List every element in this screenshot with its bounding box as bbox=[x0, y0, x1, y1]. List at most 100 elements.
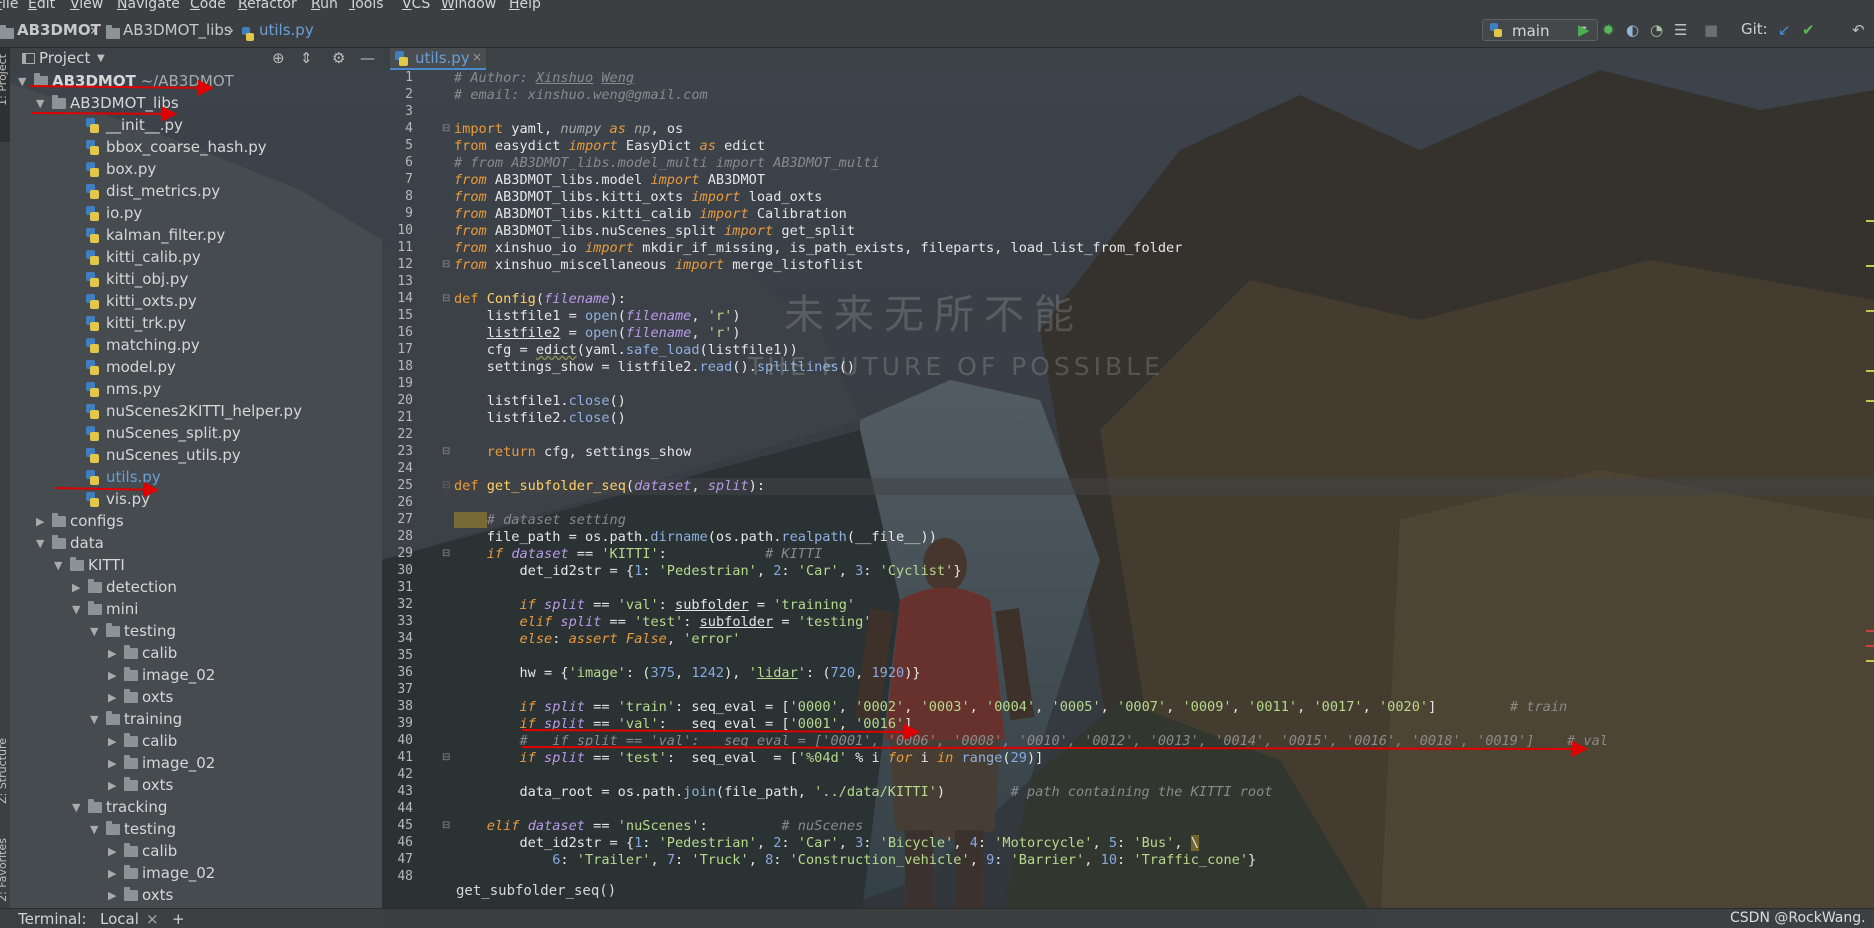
chevron-down-icon[interactable]: ▼ bbox=[72, 603, 80, 617]
gear-icon[interactable]: ⚙ bbox=[332, 49, 345, 67]
menu-window[interactable]: Window bbox=[441, 0, 496, 12]
coverage-icon[interactable]: ◐ bbox=[1626, 21, 1639, 39]
tree-item-label: bbox_coarse_hash.py bbox=[106, 138, 267, 156]
new-terminal-button[interactable]: + bbox=[172, 910, 185, 928]
favorites-tool-button[interactable]: 2: Favorites bbox=[0, 838, 9, 902]
tree-item-label: configs bbox=[70, 512, 124, 530]
close-icon[interactable]: × bbox=[472, 50, 482, 64]
python-file-icon bbox=[86, 404, 99, 419]
menu-help[interactable]: Help bbox=[509, 0, 541, 12]
tree-item-label: calib bbox=[142, 644, 178, 662]
nav-crumb-project[interactable]: AB3DMOT bbox=[17, 21, 101, 39]
run-icon[interactable]: ▶ bbox=[1578, 21, 1590, 39]
chevron-right-icon[interactable]: ▶ bbox=[108, 867, 116, 881]
editor-tab-label: utils.py bbox=[415, 49, 470, 67]
menu-refactor[interactable]: Refactor bbox=[238, 0, 297, 12]
project-panel-title[interactable]: Project bbox=[39, 49, 90, 67]
code-line: if split == 'val': seq_eval = ['0001', '… bbox=[519, 716, 913, 732]
chevron-down-icon[interactable]: ▼ bbox=[18, 75, 26, 89]
code-line: 6: 'Trailer', 7: 'Truck', 8: 'Constructi… bbox=[552, 852, 1257, 868]
code-line: det_id2str = {1: 'Pedestrian', 2: 'Car',… bbox=[454, 563, 962, 579]
stop-icon[interactable]: ■ bbox=[1704, 21, 1718, 39]
menu-edit[interactable]: Edit bbox=[28, 0, 55, 12]
chevron-right-icon[interactable]: ▶ bbox=[108, 735, 116, 749]
chevron-right-icon[interactable]: ▶ bbox=[108, 691, 116, 705]
scroll-marker[interactable] bbox=[1866, 220, 1874, 222]
breadcrumb-function[interactable]: get_subfolder_seq() bbox=[456, 883, 616, 899]
project-tool-button[interactable]: 1: Project bbox=[0, 54, 9, 106]
chevron-right-icon[interactable]: ▶ bbox=[108, 669, 116, 683]
chevron-right-icon[interactable]: ▶ bbox=[108, 647, 116, 661]
hide-panel-icon[interactable]: — bbox=[360, 49, 375, 67]
scroll-marker[interactable] bbox=[1866, 630, 1874, 632]
tree-item-label: calib bbox=[142, 842, 178, 860]
editor-scrollbar[interactable] bbox=[1862, 70, 1874, 878]
chevron-right-icon[interactable]: ▶ bbox=[108, 779, 116, 793]
code-line: # from AB3DMOT_libs.model_multi import A… bbox=[454, 155, 880, 171]
python-file-icon bbox=[86, 382, 99, 397]
menu-code[interactable]: Code bbox=[190, 0, 226, 12]
chevron-right-icon[interactable]: ▶ bbox=[72, 581, 80, 595]
git-commit-icon[interactable]: ✔ bbox=[1802, 21, 1815, 39]
chevron-down-icon[interactable]: ▼ bbox=[36, 97, 44, 111]
tree-item-label: data bbox=[70, 534, 104, 552]
menu-navigate[interactable]: Navigate bbox=[117, 0, 180, 12]
terminal-local-tab[interactable]: Local bbox=[100, 910, 139, 928]
menu-view[interactable]: View bbox=[70, 0, 103, 12]
menu-file[interactable]: File bbox=[0, 0, 18, 12]
scroll-marker[interactable] bbox=[1866, 370, 1874, 372]
menu-vcs[interactable]: VCS bbox=[402, 0, 430, 12]
scroll-marker[interactable] bbox=[1866, 645, 1874, 647]
git-update-icon[interactable]: ↙ bbox=[1778, 21, 1791, 39]
chevron-right-icon[interactable]: ▶ bbox=[36, 515, 44, 529]
tree-item-label: tracking bbox=[106, 798, 168, 816]
python-file-icon bbox=[242, 27, 254, 41]
watermark-english: THE FUTURE OF POSSIBLE bbox=[748, 352, 1164, 381]
concurrency-icon[interactable]: ☰ bbox=[1674, 21, 1687, 39]
python-file-icon bbox=[86, 118, 99, 133]
folder-icon bbox=[124, 689, 138, 703]
locate-icon[interactable]: ⊕ bbox=[272, 49, 285, 67]
menu-tools[interactable]: Tools bbox=[349, 0, 384, 12]
tree-item-label: kitti_oxts.py bbox=[106, 292, 197, 310]
tree-item-label: oxts bbox=[142, 886, 174, 904]
scroll-marker[interactable] bbox=[1866, 660, 1874, 662]
nav-crumb-file[interactable]: utils.py bbox=[259, 21, 314, 39]
code-editor[interactable]: # Author: Xinshuo Weng # email: xinshuo.w… bbox=[442, 70, 1874, 878]
undo-icon[interactable]: ↶ bbox=[1852, 21, 1865, 39]
close-icon[interactable]: × bbox=[146, 910, 159, 928]
line-number-gutter[interactable]: 1 2 3 4 ⊟ 5 6 7 8 9 10 11 12 ⊟ 13 14 ⊟ 15 16 17 18 19 20 21 22 23… bbox=[382, 70, 450, 884]
python-file-icon bbox=[86, 448, 99, 463]
tree-item-label: kalman_filter.py bbox=[106, 226, 226, 244]
menu-run[interactable]: Run bbox=[311, 0, 338, 12]
chevron-down-icon[interactable]: ▼ bbox=[36, 537, 44, 551]
tree-item-label: matching.py bbox=[106, 336, 200, 354]
python-file-icon bbox=[86, 206, 99, 221]
collapse-all-icon[interactable]: ⇕ bbox=[300, 49, 313, 67]
nav-crumb-folder[interactable]: AB3DMOT_libs bbox=[123, 21, 232, 39]
chevron-right-icon[interactable]: ▶ bbox=[108, 889, 116, 903]
terminal-tab-label[interactable]: Terminal: bbox=[18, 910, 86, 928]
chevron-down-icon[interactable]: ▼ bbox=[97, 53, 105, 64]
tree-item-label: AB3DMOT ~/AB3DMOT bbox=[52, 72, 234, 90]
scroll-marker[interactable] bbox=[1866, 310, 1874, 312]
chevron-down-icon[interactable]: ▼ bbox=[90, 823, 98, 837]
chevron-down-icon[interactable]: ▼ bbox=[54, 559, 62, 573]
code-line: from AB3DMOT_libs.nuScenes_split import … bbox=[454, 223, 856, 239]
profile-icon[interactable]: ◔ bbox=[1650, 21, 1663, 39]
chevron-down-icon[interactable]: ▼ bbox=[90, 625, 98, 639]
status-bar: Terminal: Local × + CSDN @RockWang. bbox=[0, 908, 1874, 928]
scroll-marker[interactable] bbox=[1866, 265, 1874, 267]
chevron-down-icon[interactable]: ▼ bbox=[90, 713, 98, 727]
chevron-right-icon[interactable]: ▶ bbox=[108, 845, 116, 859]
editor-tab-utils[interactable]: utils.py × bbox=[390, 48, 486, 70]
tree-item-label: __init__.py bbox=[106, 116, 183, 134]
debug-icon[interactable]: ✹ bbox=[1602, 21, 1615, 39]
chevron-right-icon[interactable]: ▶ bbox=[108, 757, 116, 771]
code-line: det_id2str = {1: 'Pedestrian', 2: 'Car',… bbox=[454, 835, 1199, 851]
folder-icon bbox=[70, 557, 84, 571]
structure-tool-button[interactable]: Z: Structure bbox=[0, 738, 9, 804]
code-line: if split == 'test': seq_eval = ['%04d' %… bbox=[519, 750, 1044, 766]
chevron-down-icon[interactable]: ▼ bbox=[72, 801, 80, 815]
scroll-marker[interactable] bbox=[1866, 400, 1874, 402]
